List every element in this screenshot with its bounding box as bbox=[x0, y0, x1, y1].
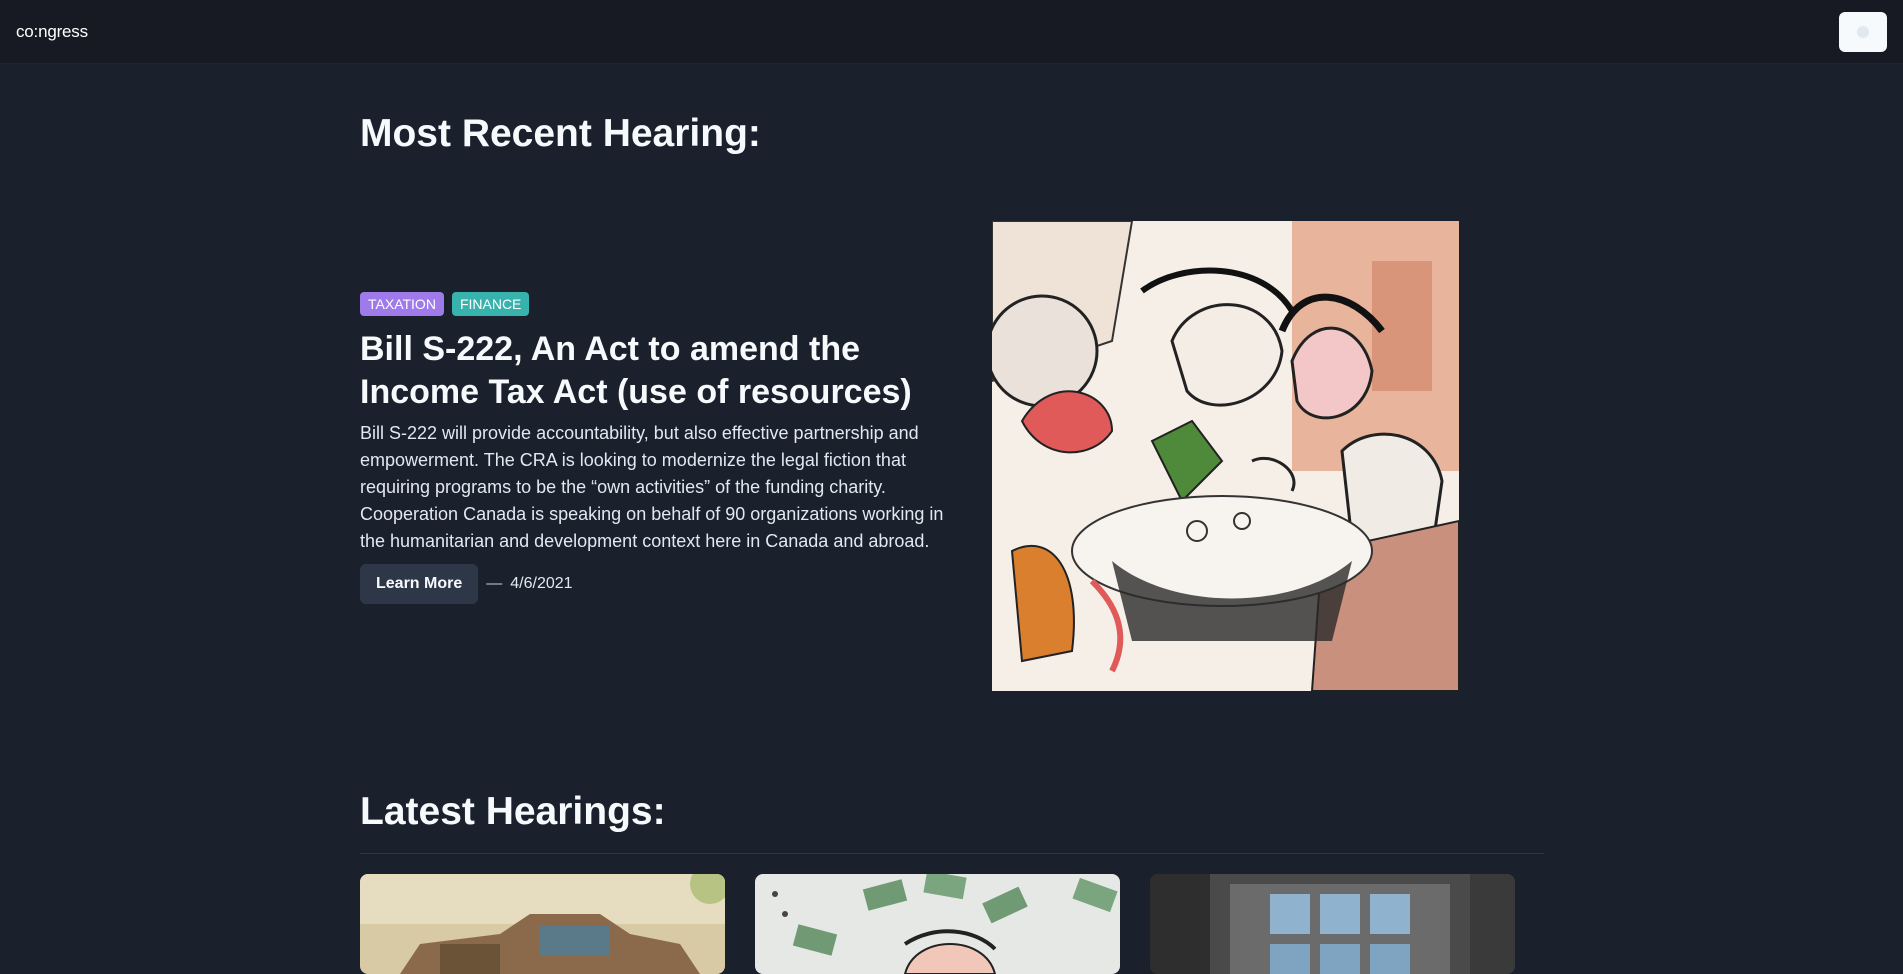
sun-icon bbox=[1857, 26, 1869, 38]
learn-more-button[interactable]: Learn More bbox=[360, 564, 479, 604]
most-recent-hearing-heading: Most Recent Hearing: bbox=[360, 112, 761, 155]
meta-separator: — bbox=[486, 575, 503, 592]
featured-hearing-meta: Learn More — 4/6/2021 bbox=[360, 564, 960, 604]
section-divider bbox=[360, 853, 1544, 854]
tag-taxation: TAXATION bbox=[360, 292, 444, 316]
app-logo[interactable]: co:ngress bbox=[16, 22, 88, 42]
hearing-date: 4/6/2021 bbox=[510, 575, 573, 592]
latest-hearings-heading: Latest Hearings: bbox=[360, 790, 666, 833]
tag-finance: FINANCE bbox=[451, 292, 530, 316]
featured-hearing: TAXATION FINANCE Bill S-222, An Act to a… bbox=[360, 292, 960, 604]
tag-list: TAXATION FINANCE bbox=[360, 292, 960, 316]
top-navbar: co:ngress bbox=[0, 0, 1903, 64]
hearing-card-image[interactable] bbox=[1150, 874, 1515, 974]
hearing-card-image[interactable] bbox=[360, 874, 725, 974]
featured-hearing-illustration bbox=[992, 221, 1459, 691]
theme-toggle-button[interactable] bbox=[1839, 12, 1887, 52]
hearing-card-image[interactable] bbox=[755, 874, 1120, 974]
featured-hearing-title: Bill S-222, An Act to amend the Income T… bbox=[360, 330, 912, 411]
featured-hearing-description: Bill S-222 will provide accountability, … bbox=[360, 423, 944, 551]
